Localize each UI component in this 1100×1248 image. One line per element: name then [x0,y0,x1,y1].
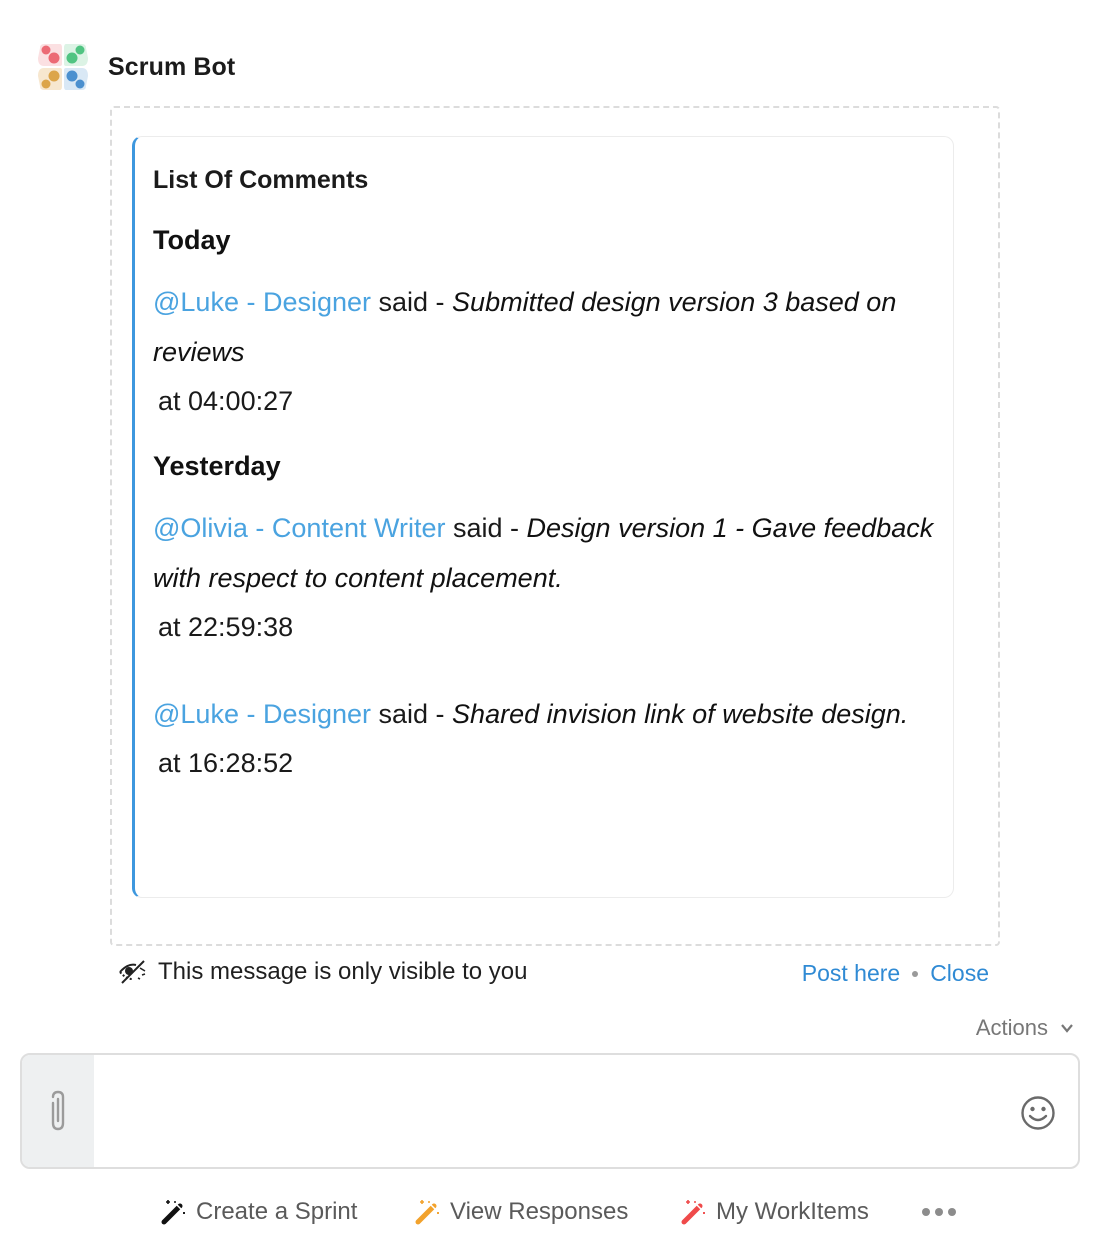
visibility-notice-text: This message is only visible to you [158,958,528,985]
section-heading-yesterday: Yesterday [153,451,281,481]
comment-time: at 16:28:52 [158,748,294,778]
said-label: said - [371,699,453,729]
bot-name[interactable]: Scrum Bot [108,53,235,82]
visibility-notice: This message is only visible to you [118,958,528,986]
comment-item: @Luke - Designer said - Submitted design… [153,277,935,425]
comment-text: @Luke - Designer said - Shared invision … [153,689,935,739]
comment-time: at 22:59:38 [158,612,294,642]
quick-action-view-responses[interactable]: View Responses [414,1198,628,1226]
quick-action-create-sprint[interactable]: Create a Sprint [160,1198,357,1226]
bot-header: Scrum Bot [36,40,235,94]
comments-card: List Of Comments Today @Luke - Designer … [132,136,954,898]
quick-action-my-workitems[interactable]: My WorkItems [680,1198,869,1226]
section-heading-today: Today [153,225,231,255]
quick-action-label: My WorkItems [716,1198,869,1225]
smiley-icon[interactable] [1020,1095,1056,1131]
magic-wand-icon [681,1200,705,1225]
comment-item: @Olivia - Content Writer said - Design v… [153,503,935,651]
quick-action-label: View Responses [450,1198,629,1225]
magic-wand-icon [161,1200,185,1225]
chevron-down-icon [1061,1024,1073,1033]
comment-item: @Luke - Designer said - Shared invision … [153,689,935,787]
message-composer [20,1053,1080,1169]
post-here-link[interactable]: Post here [802,960,900,987]
actions-label: Actions [975,1015,1048,1040]
attach-button[interactable] [22,1055,94,1167]
comment-message: Shared invision link of website design. [452,699,909,729]
eye-slash-icon [119,960,146,984]
comment-time: at 04:00:27 [158,386,294,416]
magic-wand-icon [415,1200,439,1225]
ephemeral-actions: Post here Close [802,960,989,987]
ephemeral-message-frame: List Of Comments Today @Luke - Designer … [110,106,1000,946]
user-mention-link[interactable]: @Luke - Designer [153,699,371,729]
user-mention-link[interactable]: @Luke - Designer [153,287,371,317]
comment-text: @Luke - Designer said - Submitted design… [153,277,935,377]
paperclip-icon [51,1090,65,1131]
more-dots-icon[interactable] [922,1208,956,1216]
close-link[interactable]: Close [930,960,989,987]
scrum-bot-logo-icon[interactable] [36,40,90,94]
message-input[interactable] [94,1055,1008,1167]
card-title: List Of Comments [153,166,369,194]
said-label: said - [371,287,453,317]
said-label: said - [445,513,527,543]
user-mention-link[interactable]: @Olivia - Content Writer [153,513,445,543]
quick-actions-bar: Create a Sprint View Responses My WorkIt… [0,1188,1100,1236]
actions-dropdown[interactable]: Actions [976,1015,1074,1041]
separator-dot [912,970,919,977]
comment-text: @Olivia - Content Writer said - Design v… [153,503,935,603]
quick-action-label: Create a Sprint [196,1198,358,1225]
